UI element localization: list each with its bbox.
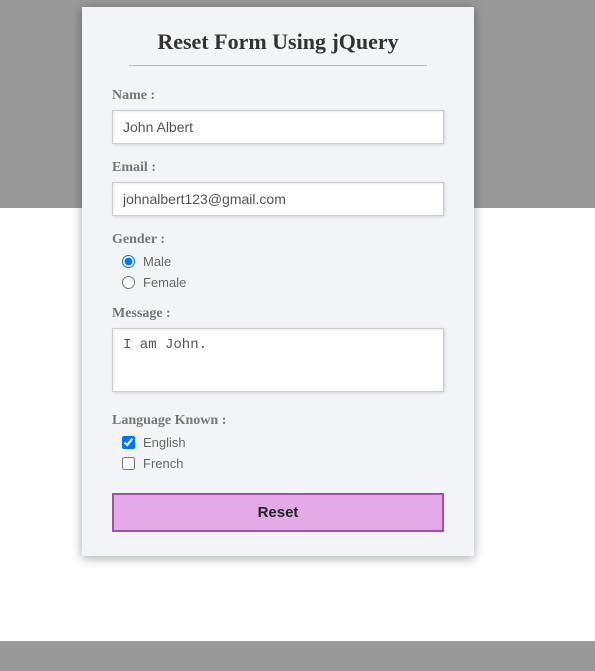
gender-female-text: Female bbox=[143, 275, 186, 290]
message-textarea[interactable] bbox=[112, 328, 444, 392]
language-checkbox-english[interactable] bbox=[122, 436, 135, 449]
gender-field: Gender : Male Female bbox=[112, 232, 444, 290]
gender-option-female: Female bbox=[122, 275, 444, 290]
gender-radio-male[interactable] bbox=[122, 255, 135, 268]
language-checkbox-french[interactable] bbox=[122, 457, 135, 470]
divider bbox=[129, 65, 428, 66]
name-input[interactable] bbox=[112, 110, 444, 144]
background-bottom bbox=[0, 641, 595, 671]
language-label: Language Known : bbox=[112, 413, 444, 429]
email-label: Email : bbox=[112, 160, 444, 176]
name-label: Name : bbox=[112, 88, 444, 104]
language-french-text: French bbox=[143, 456, 183, 471]
form-card: Reset Form Using jQuery Name : Email : G… bbox=[82, 7, 474, 556]
language-option-english: English bbox=[122, 435, 444, 450]
message-field: Message : bbox=[112, 306, 444, 397]
language-field: Language Known : English French bbox=[112, 413, 444, 471]
gender-radio-female[interactable] bbox=[122, 276, 135, 289]
email-input[interactable] bbox=[112, 182, 444, 216]
gender-label: Gender : bbox=[112, 232, 444, 248]
gender-male-text: Male bbox=[143, 254, 171, 269]
language-option-french: French bbox=[122, 456, 444, 471]
reset-button[interactable]: Reset bbox=[112, 493, 444, 532]
gender-option-male: Male bbox=[122, 254, 444, 269]
message-label: Message : bbox=[112, 306, 444, 322]
email-field: Email : bbox=[112, 160, 444, 216]
name-field: Name : bbox=[112, 88, 444, 144]
language-english-text: English bbox=[143, 435, 186, 450]
form-title: Reset Form Using jQuery bbox=[112, 29, 444, 55]
